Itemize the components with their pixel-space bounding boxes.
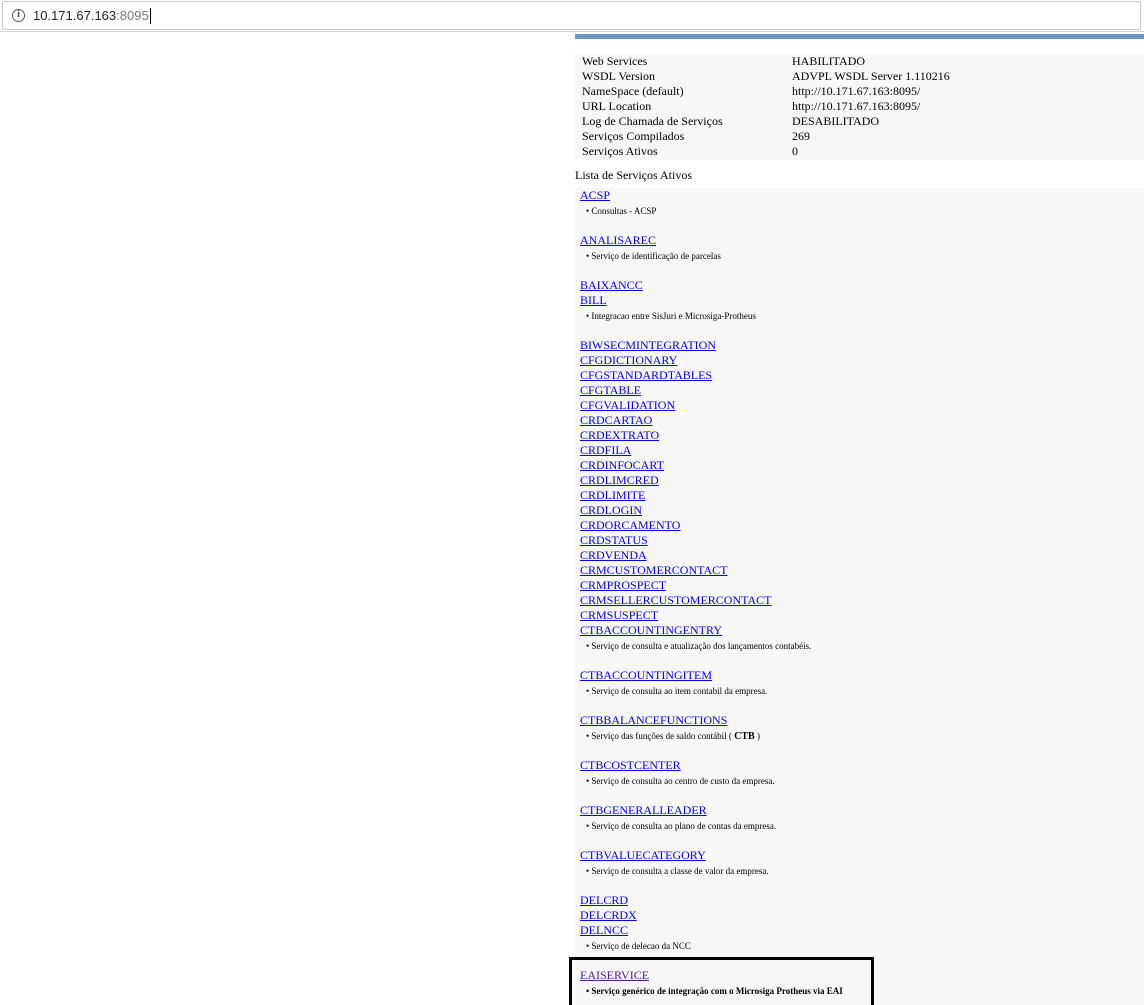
service-link-crdinfocart[interactable]: CRDINFOCART <box>580 458 664 473</box>
service-link-ctbaccountingitem[interactable]: CTBACCOUNTINGITEM <box>580 668 712 683</box>
service-link-crmcustomercontact[interactable]: CRMCUSTOMERCONTACT <box>580 563 728 578</box>
info-label: Serviços Compilados <box>582 129 685 143</box>
service-link-ctbvaluecategory[interactable]: CTBVALUECATEGORY <box>580 848 706 863</box>
service-link-crdorcamento[interactable]: CRDORCAMENTO <box>580 518 680 533</box>
service-link-ctbcostcenter[interactable]: CTBCOSTCENTER <box>580 758 681 773</box>
info-label: URL Location <box>582 99 652 113</box>
service-link-crdstatus[interactable]: CRDSTATUS <box>580 533 648 548</box>
server-info-table: Web Services HABILITADO WSDL Version ADV… <box>575 54 1144 160</box>
page-header-bar <box>575 34 1144 39</box>
browser-address-bar: i 10.171.67.163:8095 <box>0 0 1144 32</box>
info-value: HABILITADO <box>792 54 866 68</box>
service-link-crdlogin[interactable]: CRDLOGIN <box>580 503 642 518</box>
service-link-cfgdictionary[interactable]: CFGDICTIONARY <box>580 353 677 368</box>
info-label: Serviços Ativos <box>582 144 658 158</box>
service-link-delcrd[interactable]: DELCRD <box>580 893 628 908</box>
service-description: • Serviço genérico de integração com o M… <box>586 986 843 996</box>
service-link-analisarec[interactable]: ANALISAREC <box>580 233 656 248</box>
service-description: • Serviço de consulta ao item contabil d… <box>586 686 768 696</box>
service-link-acsp[interactable]: ACSP <box>580 188 610 203</box>
service-link-crdcartao[interactable]: CRDCARTAO <box>580 413 652 428</box>
service-description: • Consultas - ACSP <box>586 206 657 216</box>
service-link-ctbaccountingentry[interactable]: CTBACCOUNTINGENTRY <box>580 623 722 638</box>
info-value: ADVPL WSDL Server 1.110216 <box>792 69 950 83</box>
info-value: DESABILITADO <box>792 114 880 128</box>
service-link-crmsellercustomercontact[interactable]: CRMSELLERCUSTOMERCONTACT <box>580 593 772 608</box>
services-list-title: Lista de Serviços Ativos <box>575 168 692 182</box>
service-link-crmprospect[interactable]: CRMPROSPECT <box>580 578 666 593</box>
service-link-crdextrato[interactable]: CRDEXTRATO <box>580 428 659 443</box>
service-link-biwsecmintegration[interactable]: BIWSECMINTEGRATION <box>580 338 716 353</box>
service-link-crdlimite[interactable]: CRDLIMITE <box>580 488 645 503</box>
url-input[interactable]: i 10.171.67.163:8095 <box>2 1 1141 30</box>
service-link-crdvenda[interactable]: CRDVENDA <box>580 548 647 563</box>
info-label: Web Services <box>582 54 648 68</box>
info-value: 269 <box>792 129 810 143</box>
info-label: Log de Chamada de Serviços <box>582 114 723 128</box>
info-value: http://10.171.67.163:8095/ <box>792 99 921 113</box>
service-link-cfgtable[interactable]: CFGTABLE <box>580 383 641 398</box>
service-link-crdlimcred[interactable]: CRDLIMCRED <box>580 473 659 488</box>
service-link-bill[interactable]: BILL <box>580 293 607 308</box>
url-port: :8095 <box>116 8 149 23</box>
service-link-delncc[interactable]: DELNCC <box>580 923 628 938</box>
service-link-delcrdx[interactable]: DELCRDX <box>580 908 637 923</box>
service-description: • Serviço de consulta e atualização dos … <box>586 641 812 651</box>
service-link-eaiservice[interactable]: EAISERVICE <box>580 968 649 983</box>
service-link-baixancc[interactable]: BAIXANCC <box>580 278 643 293</box>
service-description: • Serviço de consulta a classe de valor … <box>586 866 769 876</box>
service-description: • Serviço de consulta ao centro de custo… <box>586 776 775 786</box>
service-description: • Serviço de delecao da NCC <box>586 941 691 951</box>
info-label: NameSpace (default) <box>582 84 684 98</box>
service-link-crdfila[interactable]: CRDFILA <box>580 443 631 458</box>
info-icon[interactable]: i <box>12 9 25 22</box>
info-value: http://10.171.67.163:8095/ <box>792 84 921 98</box>
service-link-ctbgeneralleader[interactable]: CTBGENERALLEADER <box>580 803 707 818</box>
service-link-cfgvalidation[interactable]: CFGVALIDATION <box>580 398 675 413</box>
url-text[interactable]: 10.171.67.163:8095 <box>33 8 151 24</box>
service-link-crmsuspect[interactable]: CRMSUSPECT <box>580 608 658 623</box>
services-list: ACSP • Consultas - ACSP ANALISAREC • Ser… <box>575 188 1144 1005</box>
service-description: • Serviço das funções de saldo contábil … <box>586 731 760 742</box>
service-link-cfgstandardtables[interactable]: CFGSTANDARDTABLES <box>580 368 712 383</box>
info-value: 0 <box>792 144 798 158</box>
service-description: • Serviço de identificação de parcelas <box>586 251 721 261</box>
service-description: • Integracao entre SisJuri e Microsiga-P… <box>586 311 756 321</box>
info-label: WSDL Version <box>582 69 655 83</box>
service-link-ctbbalancefunctions[interactable]: CTBBALANCEFUNCTIONS <box>580 713 727 728</box>
url-host: 10.171.67.163 <box>33 8 117 23</box>
text-caret <box>149 8 151 24</box>
service-description: • Serviço de consulta ao plano de contas… <box>586 821 777 831</box>
